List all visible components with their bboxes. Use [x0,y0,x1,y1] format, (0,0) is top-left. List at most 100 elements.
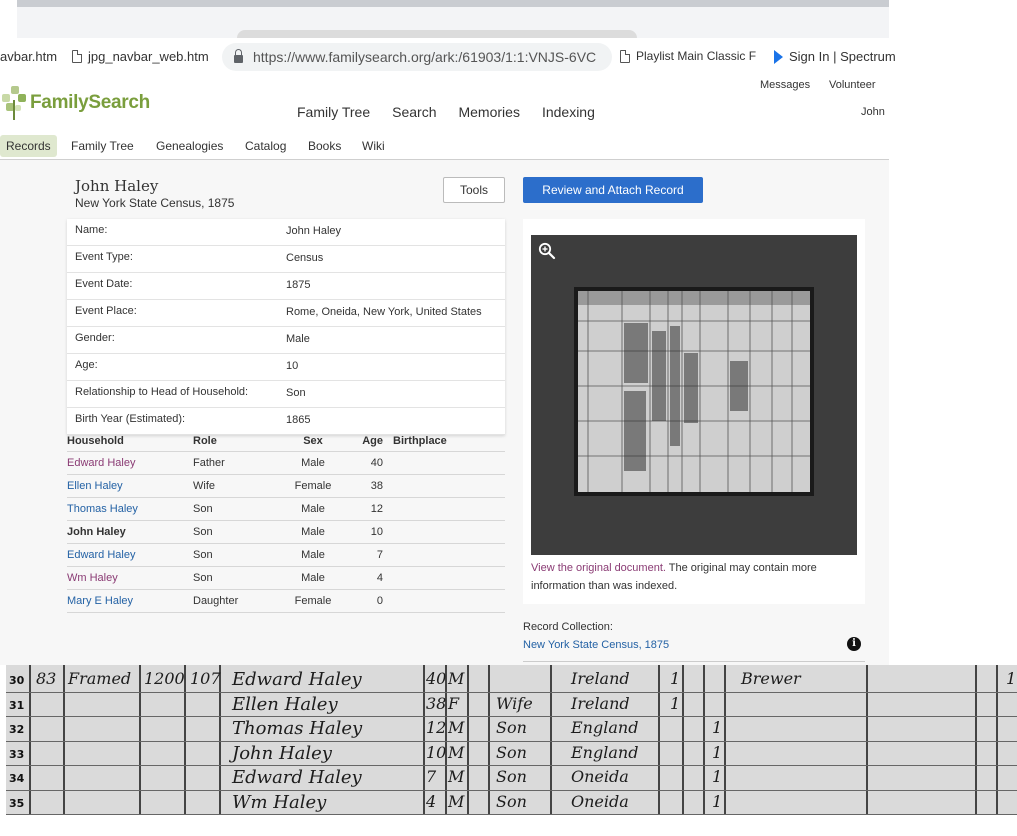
user-menu[interactable]: John [861,106,885,118]
review-attach-button[interactable]: Review and Attach Record [523,177,703,203]
household-table: Household Role Sex Age Birthplace Edward… [67,430,505,613]
address-bar[interactable]: https://www.familysearch.org/ark:/61903/… [222,43,612,71]
nav-indexing[interactable]: Indexing [542,104,595,120]
subnav-catalog[interactable]: Catalog [245,139,286,153]
household-row: Ellen Haley Wife Female 38 [67,475,505,498]
census-handwritten-cell: Son [496,742,527,762]
household-row: Mary E Haley Daughter Female 0 [67,590,505,613]
fact-value: Son [286,387,306,399]
view-original-link[interactable]: View the original document. [531,562,666,574]
census-handwritten-cell: Ireland [571,693,630,713]
census-handwritten-cell: 1 [1006,669,1017,688]
bookmark-label: Playlist Main Classic F [636,49,757,63]
census-handwritten-cell: Edward Haley [232,669,362,690]
tab-strip-top [17,0,889,7]
fact-row: Age: 10 [67,354,505,381]
census-handwritten-cell: Oneida [571,791,629,811]
info-icon[interactable]: i [847,637,861,651]
census-handwritten-cell: Wm Haley [232,791,327,813]
census-handwritten-cell: 7 [426,767,437,786]
record-collection-link[interactable]: New York State Census, 1875 [523,639,669,651]
fact-row: Relationship to Head of Household: Son [67,381,505,408]
browser-tab[interactable] [237,30,637,38]
census-handwritten-cell: Wife [496,693,533,713]
fact-label: Event Place: [75,305,137,317]
image-viewer-card: View the original document. The original… [523,219,865,604]
subnav-records[interactable]: Records [0,135,57,157]
census-rule-line [6,814,1017,815]
census-line-number: 32 [9,723,25,736]
messages-link[interactable]: Messages [760,79,810,91]
bookmark-item[interactable]: Sign In | Spectrum [774,49,896,64]
census-thumbnail[interactable] [574,287,814,496]
fact-label: Age: [75,359,98,371]
tools-button[interactable]: Tools [443,177,505,203]
census-rule-line [6,765,1017,766]
census-rule-line [6,691,1017,693]
census-handwritten-cell: M [448,742,465,762]
nav-search[interactable]: Search [392,104,436,120]
household-member-name[interactable]: Wm Haley [67,572,193,584]
census-line-number: 35 [9,796,25,810]
fact-row: Event Place: Rome, Oneida, New York, Unit… [67,300,505,327]
household-role: Wife [193,480,215,492]
household-age: 12 [370,503,383,515]
census-handwritten-cell: 1 [712,767,723,786]
census-handwritten-cell: 12 [426,718,447,737]
household-member-name[interactable]: Edward Haley [67,549,193,561]
tree-logo-icon [2,86,28,120]
volunteer-link[interactable]: Volunteer [829,79,875,91]
fact-label: Gender: [75,332,115,344]
census-handwritten-cell: 10 [426,742,447,762]
fact-value: 1865 [286,414,311,426]
census-handwritten-cell: M [448,718,465,737]
household-member-name: John Haley [67,526,126,538]
census-handwritten-cell: Son [496,718,527,737]
household-age: 0 [376,595,383,607]
census-handwritten-cell: 1 [712,791,723,811]
household-member-name[interactable]: Thomas Haley [67,503,193,515]
familysearch-logo[interactable]: FamilySearch [2,86,150,120]
zoom-in-icon[interactable] [538,242,556,260]
household-member-name[interactable]: Mary E Haley [67,595,193,607]
column-header-role: Role [193,434,217,447]
fact-value: 1875 [286,279,311,291]
logo-text: FamilySearch [30,92,150,113]
nav-memories[interactable]: Memories [458,104,519,120]
main-nav: Family Tree Search Memories Indexing [297,104,617,120]
census-handwritten-cell: M [448,767,465,786]
subnav-wiki[interactable]: Wiki [362,139,385,153]
subnav-genealogies[interactable]: Genealogies [156,139,223,153]
household-role: Father [193,457,225,469]
household-row: Wm Haley Son Male 4 [67,567,505,590]
household-member-name[interactable]: Edward Haley [67,457,193,469]
household-row: John Haley Son Male 10 [67,521,505,544]
census-rule-line [6,716,1017,717]
census-image-crop: 30 83 Framed 1200 107 Edward Haley 40 M Ireland 1… [6,665,1017,815]
census-line-number: 33 [9,747,25,761]
fact-value: Census [286,252,324,264]
bookmark-item[interactable]: jpg_navbar_web.htm [72,49,209,64]
nav-family-tree[interactable]: Family Tree [297,104,370,120]
document-image-viewer[interactable] [531,235,857,555]
census-handwritten-cell: 1 [712,718,723,737]
household-role: Son [193,572,213,584]
url-text: https://www.familysearch.org/ark:/61903/… [253,49,597,65]
subnav-books[interactable]: Books [308,139,341,153]
document-icon [620,49,630,63]
site-header: FamilySearch Messages Volunteer John Fam… [0,74,889,160]
household-sex: Female [294,480,332,492]
census-handwritten-cell: Ireland [571,669,630,688]
census-handwritten-cell: 4 [426,791,437,811]
bookmark-item[interactable]: Playlist Main Classic F [620,49,756,63]
census-handwritten-cell: 1 [670,669,681,688]
browser-tab-strip [17,0,889,38]
fact-value: John Haley [286,225,342,237]
subnav-family-tree[interactable]: Family Tree [71,139,134,153]
bookmark-item[interactable]: avbar.htm [0,49,57,64]
document-icon [72,50,82,63]
bookmarks-bar: avbar.htm jpg_navbar_web.htm https://www… [0,38,896,74]
fact-label: Event Type: [75,251,133,263]
bookmark-label: avbar.htm [0,49,58,64]
household-member-name[interactable]: Ellen Haley [67,480,193,492]
